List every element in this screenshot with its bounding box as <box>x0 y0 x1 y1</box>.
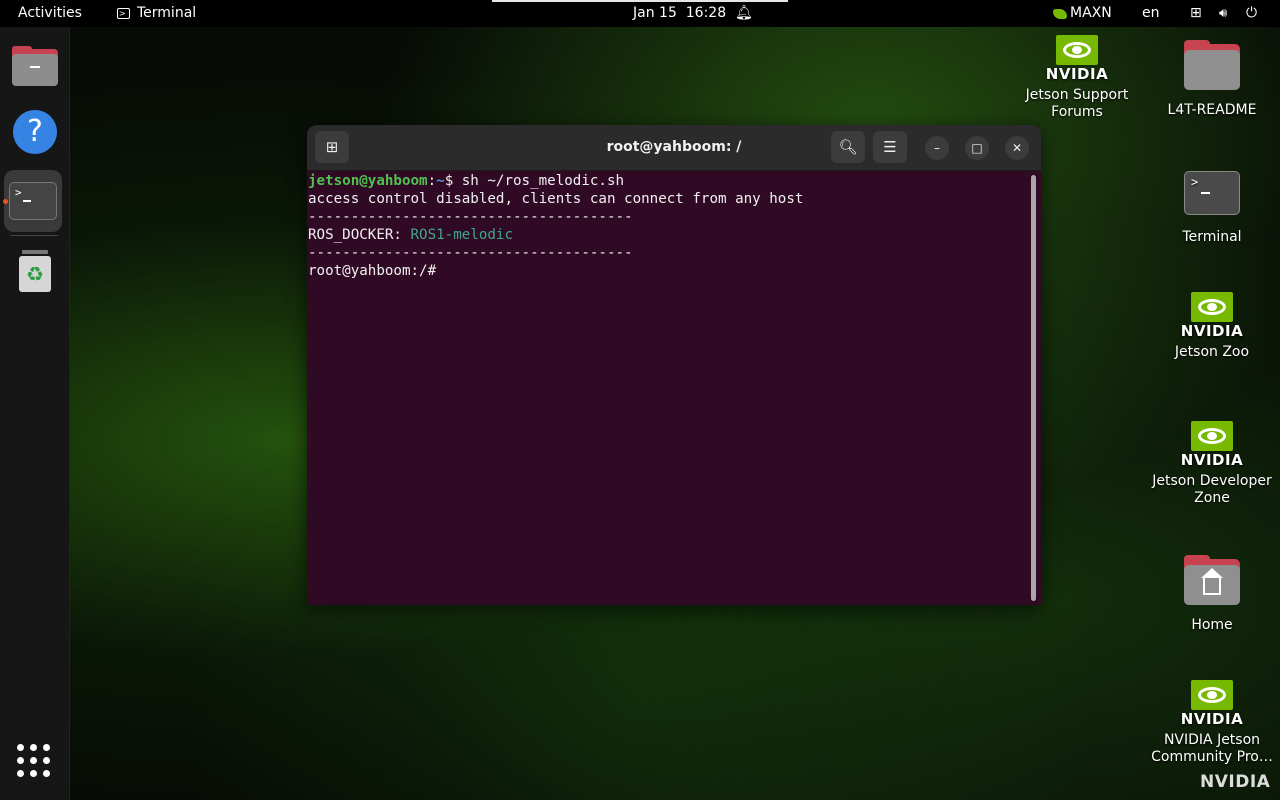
folder-icon <box>12 46 58 86</box>
desktop-icon-nvidia-jetson-community[interactable]: NVIDIA NVIDIA Jetson Community Pro… <box>1148 680 1276 766</box>
terminal-headerbar[interactable]: root@yahboom: / ⊞ 🔍︎ ☰ – □ ✕ <box>307 125 1041 171</box>
new-tab-button[interactable]: ⊞ <box>315 131 349 163</box>
bell-icon[interactable]: 🔔︎ <box>735 0 753 27</box>
desktop-icon-home[interactable]: Home <box>1152 555 1272 634</box>
terminal-line: ROS_DOCKER: ROS1-melodic <box>308 226 1028 244</box>
grid-icon <box>17 744 24 751</box>
menu-button[interactable]: ☰ <box>873 131 907 163</box>
desktop-icon-label: NVIDIA Jetson Community Pro… <box>1151 732 1273 765</box>
home-folder-icon <box>1184 555 1240 605</box>
minimize-icon: – <box>934 141 940 155</box>
top-bar: Activities > Terminal Jan 15 16:28 🔔︎ MA… <box>0 0 1280 27</box>
close-button[interactable]: ✕ <box>1005 136 1029 160</box>
desktop-icon-label: L4T-README <box>1167 102 1257 118</box>
scrollbar[interactable] <box>1031 175 1036 601</box>
power-mode-indicator[interactable]: MAXN <box>1053 0 1112 27</box>
dock-help[interactable]: ? <box>9 106 61 158</box>
folder-icon <box>1184 40 1240 90</box>
desktop-icon-terminal[interactable]: > Terminal <box>1152 171 1272 246</box>
terminal-line: -------------------------------------- <box>308 245 633 261</box>
show-apps-button[interactable] <box>17 744 51 778</box>
language-indicator[interactable]: en <box>1142 0 1160 27</box>
activities-button[interactable]: Activities <box>18 0 82 27</box>
terminal-line: access control disabled, clients can con… <box>308 191 804 207</box>
desktop-icon-label: Jetson Developer Zone <box>1152 473 1272 506</box>
command-text: $ sh ~/ros_melodic.sh <box>444 173 625 189</box>
desktop-icon-jetson-support-forums[interactable]: NVIDIA Jetson Support Forums <box>1017 35 1137 121</box>
app-menu-label: Terminal <box>137 5 197 21</box>
clock-time: 16:28 <box>685 5 727 21</box>
desktop-icon-jetson-developer-zone[interactable]: NVIDIA Jetson Developer Zone <box>1152 421 1272 507</box>
terminal-line: jetson@yahboom:~$ sh ~/ros_melodic.sh <box>308 172 1028 190</box>
prompt-separator: : <box>427 173 437 189</box>
hamburger-icon: ☰ <box>883 138 897 156</box>
terminal-output[interactable]: jetson@yahboom:~$ sh ~/ros_melodic.sh acc… <box>308 172 1028 605</box>
dock-files[interactable] <box>9 40 61 92</box>
search-button[interactable]: 🔍︎ <box>831 131 865 163</box>
volume-icon[interactable]: 🔊︎ <box>1219 0 1227 27</box>
desktop-icon-label: Jetson Zoo <box>1174 344 1250 360</box>
desktop-icon-label: Home <box>1191 617 1233 633</box>
terminal-window[interactable]: root@yahboom: / ⊞ 🔍︎ ☰ – □ ✕ jetson@yahb… <box>307 125 1041 605</box>
minimize-button[interactable]: – <box>925 136 949 160</box>
terminal-icon: > <box>1184 171 1240 215</box>
nvidia-logo-icon: NVIDIA <box>1179 680 1245 728</box>
clock[interactable]: Jan 15 16:28 <box>633 0 726 27</box>
dock-separator <box>10 235 58 236</box>
dock-terminal[interactable]: > <box>4 170 62 232</box>
terminal-icon: > <box>9 182 57 220</box>
terminal-line: root@yahboom:/# <box>308 263 437 279</box>
maximize-button[interactable]: □ <box>965 136 989 160</box>
close-icon: ✕ <box>1011 141 1023 155</box>
running-indicator <box>3 199 8 204</box>
desktop-icon-label: Jetson Support Forums <box>1025 87 1129 120</box>
new-tab-icon: ⊞ <box>325 138 339 156</box>
nvidia-logo-icon: NVIDIA <box>1179 421 1245 469</box>
dock-trash[interactable]: ♻ <box>9 245 61 297</box>
desktop-icon-l4t-readme[interactable]: L4T-README <box>1152 40 1272 119</box>
nvidia-watermark: NVIDIA <box>1200 772 1271 792</box>
nvidia-logo-icon: NVIDIA <box>1044 35 1110 83</box>
docker-key: ROS_DOCKER: <box>308 227 411 243</box>
app-menu[interactable]: > Terminal <box>117 0 196 27</box>
power-mode-label: MAXN <box>1070 5 1112 21</box>
clock-date: Jan 15 <box>633 5 677 21</box>
terminal-icon: > <box>117 8 130 19</box>
nvidia-logo-icon: NVIDIA <box>1179 292 1245 340</box>
desktop-icon-jetson-zoo[interactable]: NVIDIA Jetson Zoo <box>1152 292 1272 361</box>
desktop-icon-label: Terminal <box>1182 229 1242 245</box>
maximize-icon: □ <box>971 141 983 155</box>
search-icon: 🔍︎ <box>838 138 858 156</box>
prompt-user: jetson@yahboom <box>308 173 428 189</box>
network-icon[interactable]: ⊞ <box>1190 0 1202 27</box>
power-icon[interactable]: ⏻ <box>1246 0 1257 27</box>
docker-value: ROS1-melodic <box>410 227 514 243</box>
help-icon: ? <box>13 110 57 154</box>
dock: ? > ♻ <box>0 27 70 800</box>
prompt-path: ~ <box>436 173 445 189</box>
terminal-line: -------------------------------------- <box>308 209 633 225</box>
nvidia-icon <box>1053 8 1067 19</box>
trash-icon: ♻ <box>18 250 52 292</box>
